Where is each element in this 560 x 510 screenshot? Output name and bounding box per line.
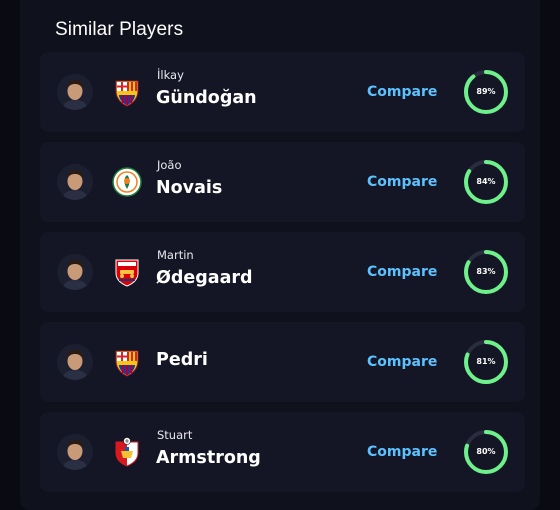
player-last-name: Ødegaard bbox=[156, 268, 253, 288]
barcelona-badge-icon bbox=[112, 347, 142, 377]
southampton-badge-icon bbox=[112, 437, 142, 467]
similarity-percent: 81% bbox=[476, 357, 496, 366]
player-first-name: İlkay bbox=[157, 68, 184, 82]
similarity-ring: 83% bbox=[462, 248, 510, 296]
compare-button[interactable]: Compare bbox=[367, 354, 437, 370]
similarity-ring: 89% bbox=[462, 68, 510, 116]
player-card[interactable]: João Novais Compare 84% bbox=[40, 142, 525, 222]
player-avatar bbox=[57, 164, 93, 200]
player-card[interactable]: Martin Ødegaard Compare 83% bbox=[40, 232, 525, 312]
similarity-percent: 84% bbox=[476, 177, 496, 186]
player-avatar bbox=[57, 254, 93, 290]
arsenal-badge-icon bbox=[112, 257, 142, 287]
section-title: Similar Players bbox=[55, 19, 184, 40]
player-card[interactable]: İlkay Gündoğan Compare 89% bbox=[40, 52, 525, 132]
similarity-percent: 83% bbox=[476, 267, 496, 276]
similarity-ring: 81% bbox=[462, 338, 510, 386]
player-last-name: Pedri bbox=[156, 350, 208, 370]
player-avatar bbox=[57, 74, 93, 110]
barcelona-badge-icon bbox=[112, 77, 142, 107]
player-last-name: Armstrong bbox=[156, 448, 261, 468]
player-avatar bbox=[57, 344, 93, 380]
player-last-name: Novais bbox=[156, 178, 223, 198]
player-first-name: João bbox=[157, 158, 182, 172]
compare-button[interactable]: Compare bbox=[367, 84, 437, 100]
player-first-name: Stuart bbox=[157, 428, 193, 442]
compare-button[interactable]: Compare bbox=[367, 174, 437, 190]
similarity-percent: 80% bbox=[476, 447, 496, 456]
player-first-name: Martin bbox=[157, 248, 194, 262]
compare-button[interactable]: Compare bbox=[367, 444, 437, 460]
player-avatar bbox=[57, 434, 93, 470]
compare-button[interactable]: Compare bbox=[367, 264, 437, 280]
similarity-percent: 89% bbox=[476, 87, 496, 96]
player-card[interactable]: Stuart Armstrong Compare 80% bbox=[40, 412, 525, 492]
alanyaspor-badge-icon bbox=[112, 167, 142, 197]
player-card[interactable]: Pedri Compare 81% bbox=[40, 322, 525, 402]
player-last-name: Gündoğan bbox=[156, 88, 257, 108]
similarity-ring: 84% bbox=[462, 158, 510, 206]
similar-players-panel: Similar Players İlkay Gündoğan Compare 8… bbox=[20, 0, 540, 510]
similarity-ring: 80% bbox=[462, 428, 510, 476]
